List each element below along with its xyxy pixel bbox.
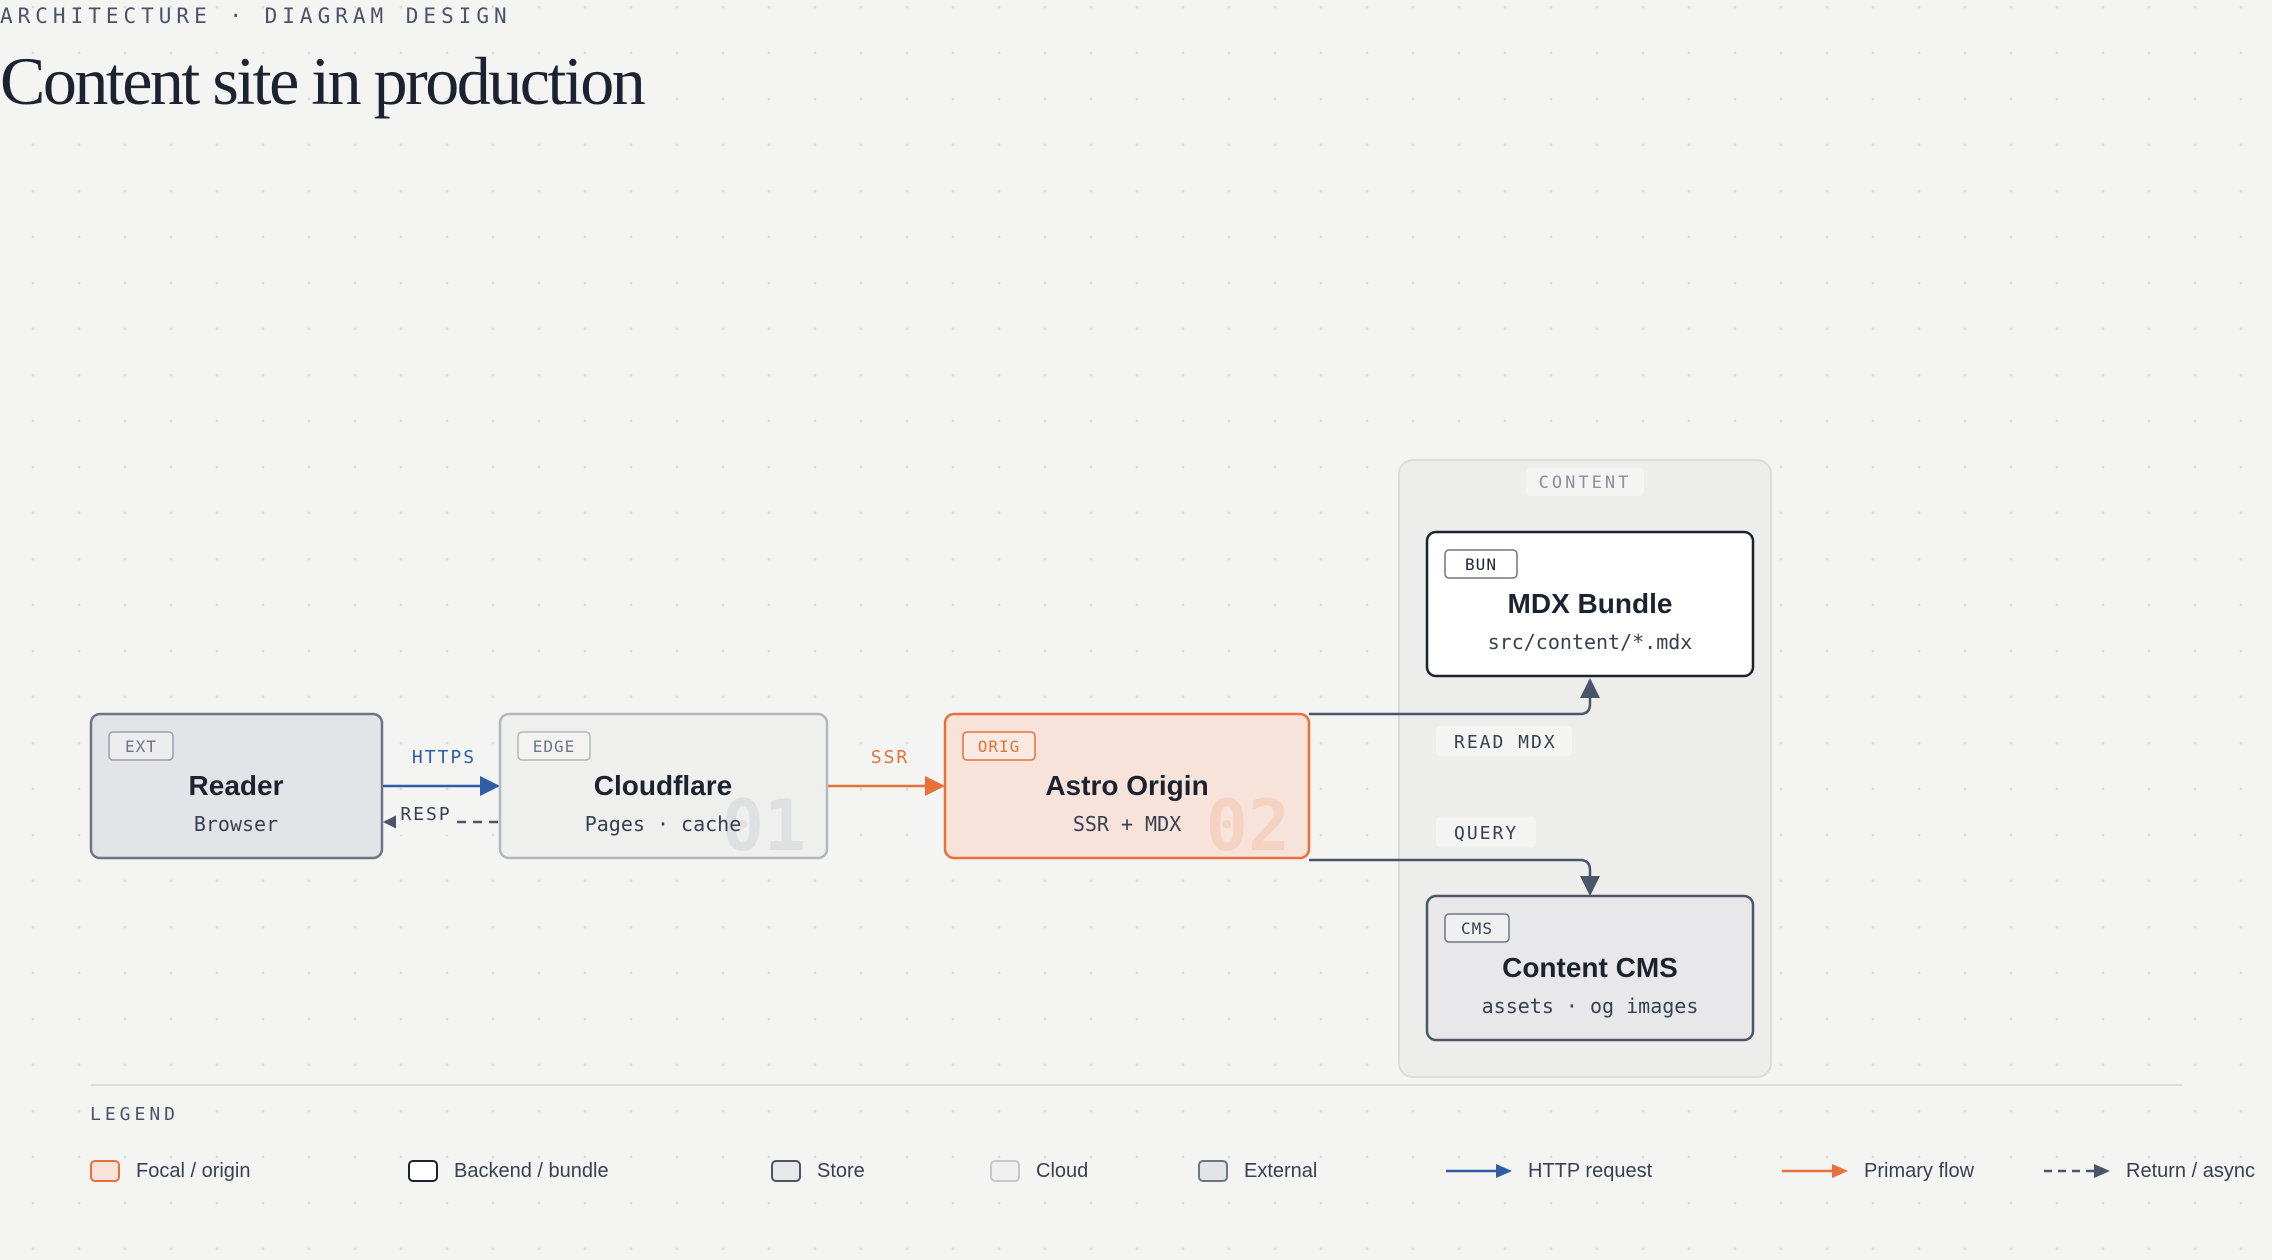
legend-label-cloud: Cloud bbox=[1036, 1159, 1089, 1182]
legend-line-return bbox=[2044, 1164, 2110, 1178]
legend-item-backend: Backend / bundle bbox=[408, 1156, 609, 1186]
edge-label-query: QUERY bbox=[1454, 823, 1518, 844]
legend-item-focal: Focal / origin bbox=[90, 1156, 251, 1186]
node-astro-number: 02 bbox=[1206, 785, 1290, 867]
legend-label-external: External bbox=[1244, 1159, 1318, 1182]
node-astro-title: Astro Origin bbox=[1045, 770, 1208, 801]
legend-swatch-cloud bbox=[990, 1160, 1020, 1182]
legend-line-primary bbox=[1782, 1164, 1848, 1178]
node-cms-tag: CMS bbox=[1461, 919, 1493, 938]
node-astro-tag: ORIG bbox=[978, 737, 1021, 756]
page-title: Content site in production bbox=[0, 43, 646, 119]
node-cloudflare-tag: EDGE bbox=[533, 737, 576, 756]
node-cms-title: Content CMS bbox=[1502, 952, 1678, 983]
legend-label-focal: Focal / origin bbox=[136, 1159, 251, 1182]
node-content-cms[interactable]: CMS Content CMS assets · og images bbox=[1425, 894, 1755, 1042]
legend-item-external: External bbox=[1198, 1156, 1317, 1186]
legend-title: LEGEND bbox=[90, 1104, 180, 1125]
legend-swatch-external bbox=[1198, 1160, 1228, 1182]
architecture-diagram: CONTENT READ MDX QUERY HTTPS RESP SSR EX… bbox=[89, 459, 2182, 1086]
node-mdx-tag: BUN bbox=[1465, 555, 1497, 574]
legend-label-primary: Primary flow bbox=[1864, 1159, 1975, 1182]
legend-swatch-focal bbox=[90, 1160, 120, 1182]
legend-item-return: Return / async bbox=[2042, 1156, 2255, 1186]
node-cloudflare[interactable]: 01 EDGE Cloudflare Pages · cache bbox=[498, 712, 829, 867]
node-mdx-subtitle: src/content/*.mdx bbox=[1488, 630, 1693, 654]
legend-swatch-backend bbox=[408, 1160, 438, 1182]
content-group-label: CONTENT bbox=[1539, 473, 1632, 493]
legend-swatch-store bbox=[771, 1160, 801, 1182]
node-astro-origin[interactable]: 02 ORIG Astro Origin SSR + MDX bbox=[943, 712, 1311, 867]
legend-label-return: Return / async bbox=[2126, 1159, 2255, 1182]
edge-label-ssr: SSR bbox=[871, 747, 910, 768]
legend-item-store: Store bbox=[771, 1156, 865, 1186]
eyebrow-label: ARCHITECTURE · DIAGRAM DESIGN bbox=[0, 4, 512, 28]
node-cloudflare-title: Cloudflare bbox=[594, 770, 732, 801]
legend-label-store: Store bbox=[817, 1159, 865, 1182]
legend-label-http: HTTP request bbox=[1528, 1159, 1653, 1182]
node-cms-subtitle: assets · og images bbox=[1482, 994, 1699, 1018]
edge-label-resp: RESP bbox=[400, 804, 451, 825]
node-astro-subtitle: SSR + MDX bbox=[1073, 812, 1181, 836]
legend-item-primary: Primary flow bbox=[1780, 1156, 1974, 1186]
node-reader-subtitle: Browser bbox=[194, 812, 278, 836]
edge-label-read-mdx: READ MDX bbox=[1454, 732, 1557, 753]
legend-item-http: HTTP request bbox=[1444, 1156, 1652, 1186]
legend-label-backend: Backend / bundle bbox=[454, 1159, 609, 1182]
legend-line-http bbox=[1446, 1164, 1512, 1178]
node-reader-title: Reader bbox=[189, 770, 284, 801]
edge-label-https: HTTPS bbox=[412, 747, 476, 768]
node-reader-tag: EXT bbox=[125, 737, 157, 756]
node-mdx-title: MDX Bundle bbox=[1508, 588, 1673, 619]
node-mdx-bundle[interactable]: BUN MDX Bundle src/content/*.mdx bbox=[1425, 530, 1755, 678]
legend-item-cloud: Cloud bbox=[990, 1156, 1088, 1186]
node-cloudflare-subtitle: Pages · cache bbox=[585, 812, 742, 836]
node-reader[interactable]: EXT Reader Browser bbox=[89, 712, 384, 860]
